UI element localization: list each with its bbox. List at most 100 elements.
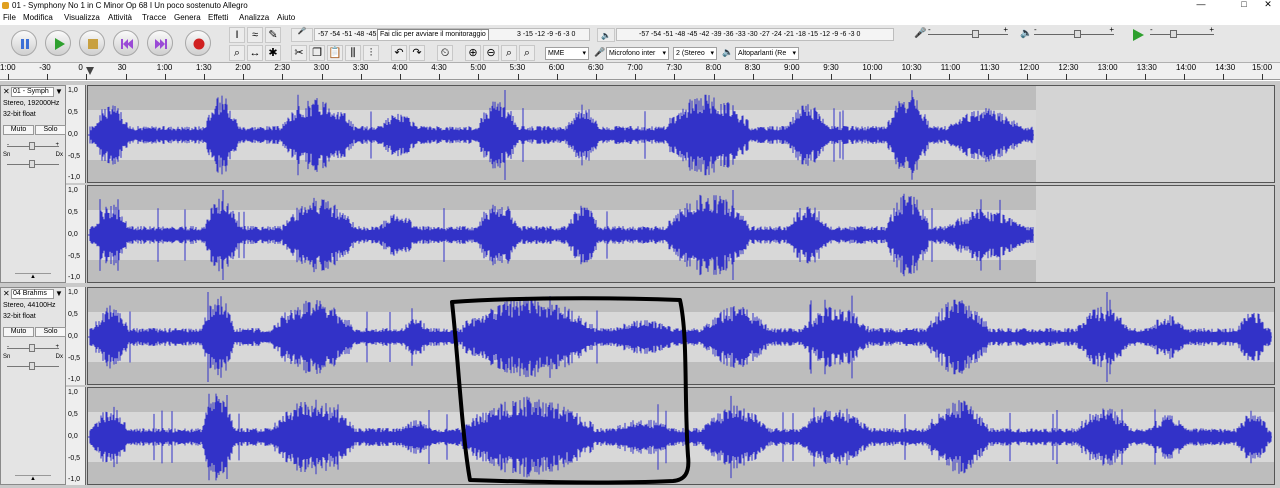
zoom-tool[interactable]: ⌕ [229, 45, 245, 61]
slider-thumb[interactable] [29, 362, 35, 370]
dropdown-arrow-icon[interactable]: ▼ [55, 290, 63, 298]
trim-button[interactable]: ⫼ [345, 45, 361, 61]
record-meter-button[interactable]: 🎤 [291, 28, 313, 42]
timeline-ruler[interactable]: 1:00 -30 0 30 1:00 1:30 2:00 2:30 3:00 3:30 4:00 4:… [0, 63, 1280, 80]
slider-minus-label: - [928, 25, 931, 34]
input-device-dropdown[interactable]: Microfono inter [606, 47, 669, 60]
channels-dropdown[interactable]: 2 (Stereo [673, 47, 717, 60]
record-button[interactable] [185, 30, 211, 56]
playback-volume-slider[interactable]: - + [1034, 25, 1114, 40]
copy-button[interactable]: ❐ [309, 45, 325, 61]
skip-to-end-button[interactable] [147, 30, 173, 56]
menu-analizza[interactable]: Analizza [239, 13, 269, 23]
waveform-left-channel[interactable] [87, 85, 1275, 183]
skip-to-start-button[interactable] [113, 30, 139, 56]
close-icon[interactable]: ✕ [3, 290, 10, 298]
pause-button[interactable] [11, 30, 37, 56]
vertical-ruler-right[interactable]: 1,0 0,5 0,0 -0,5 -1,0 [66, 387, 86, 485]
playback-meter-button[interactable]: 🔈 [597, 28, 615, 42]
pan-left-label: Sn [3, 152, 11, 158]
draw-tool[interactable]: ✎ [265, 27, 281, 43]
paste-button[interactable]: 📋 [327, 45, 343, 61]
pan-slider[interactable]: Sn Dx [3, 354, 63, 371]
slider-thumb[interactable] [29, 142, 35, 150]
sync-lock-button[interactable]: ⏲ [437, 45, 453, 61]
play-at-speed-button[interactable] [1130, 27, 1146, 43]
silence-button[interactable]: ⫶ [363, 45, 379, 61]
paste-icon: 📋 [328, 47, 342, 59]
playback-meter[interactable]: -57 -54 -51 -48 -45 -42 -39 -36 -33 -30 … [616, 28, 894, 41]
slider-thumb[interactable] [29, 160, 35, 168]
zoom-in-button[interactable]: ⊕ [465, 45, 481, 61]
cut-button[interactable]: ✂ [291, 45, 307, 61]
scale-label: -1,0 [68, 274, 81, 281]
vertical-ruler-right[interactable]: 1,0 0,5 0,0 -0,5 -1,0 [66, 185, 86, 283]
ruler-tick [1145, 74, 1146, 80]
undo-button[interactable]: ↶ [391, 45, 407, 61]
ruler-tick-label: 4:00 [392, 63, 408, 72]
slider-thumb[interactable] [1074, 30, 1081, 38]
ruler-tick-label: 8:30 [744, 63, 761, 72]
playback-speed-slider[interactable]: - + [1150, 25, 1214, 40]
vertical-ruler-left[interactable]: 1,0 0,5 0,0 -0,5 -1,0 [66, 287, 86, 385]
ruler-tick-label: 5:00 [470, 63, 486, 72]
redo-button[interactable]: ↷ [409, 45, 425, 61]
stop-button[interactable] [79, 30, 105, 56]
menu-attivita[interactable]: Attività [108, 13, 132, 23]
track-name-menu[interactable]: 01 - Symph [11, 87, 54, 97]
slider-thumb[interactable] [1170, 30, 1177, 38]
slider-minus-label: - [1150, 25, 1153, 34]
menu-aiuto[interactable]: Aiuto [277, 13, 295, 23]
track-name-menu[interactable]: 04 Brahms [11, 289, 54, 299]
recording-volume-slider[interactable]: - + [928, 25, 1008, 40]
output-device-dropdown[interactable]: Altoparlanti (Re [735, 47, 799, 60]
gain-slider[interactable]: - + [7, 141, 59, 151]
ruler-tick-label: 10:30 [901, 63, 922, 72]
solo-button[interactable]: Solo [35, 327, 66, 337]
double-arrow-icon: ↔ [249, 47, 261, 59]
ruler-tick [596, 74, 597, 80]
ruler-tick-label: 5:30 [509, 63, 526, 72]
collapse-track-button[interactable]: ▲ [15, 475, 51, 482]
menu-visualizza[interactable]: Visualizza [64, 13, 100, 23]
zoom-out-button[interactable]: ⊖ [483, 45, 499, 61]
mute-button[interactable]: Muto [3, 327, 34, 337]
gain-slider[interactable]: - + [7, 343, 59, 353]
menu-effetti[interactable]: Effetti [208, 13, 228, 23]
timeshift-tool[interactable]: ↔ [247, 45, 263, 61]
track-format-label: 32-bit float [3, 313, 36, 320]
minimize-button[interactable]: — [1186, 0, 1216, 11]
envelope-tool[interactable]: ≈ [247, 27, 263, 43]
fit-selection-button[interactable]: ⌕ [501, 45, 517, 61]
selection-tool[interactable]: I [229, 27, 245, 43]
slider-thumb[interactable] [29, 344, 35, 352]
multi-tool[interactable]: ✱ [265, 45, 281, 61]
vertical-ruler-left[interactable]: 1,0 0,5 0,0 -0,5 -1,0 [66, 85, 86, 183]
fit-project-button[interactable]: ⌕ [519, 45, 535, 61]
ruler-tick-label: -30 [39, 63, 51, 72]
solo-button[interactable]: Solo [35, 125, 66, 135]
menu-modifica[interactable]: Modifica [23, 13, 53, 23]
slider-minus-label: - [1034, 25, 1037, 34]
playhead-icon[interactable] [86, 67, 94, 75]
waveform-right-channel[interactable] [87, 185, 1275, 283]
record-meter[interactable]: -57 -54 -51 -48 -45 Fai clic per avviare… [314, 28, 590, 41]
ruler-tick [8, 74, 9, 80]
scale-label: 0,0 [68, 131, 78, 138]
menu-file[interactable]: File [3, 13, 16, 23]
scale-label: -1,0 [68, 476, 81, 483]
slider-thumb[interactable] [972, 30, 979, 38]
ruler-tick [1184, 74, 1185, 80]
play-button[interactable] [45, 30, 71, 56]
mute-button[interactable]: Muto [3, 125, 34, 135]
sync-lock-icon: ⏲ [440, 47, 450, 59]
audio-host-dropdown[interactable]: MME [545, 47, 589, 60]
close-button[interactable]: ✕ [1253, 0, 1280, 11]
pan-slider[interactable]: Sn Dx [3, 152, 63, 169]
menu-genera[interactable]: Genera [174, 13, 201, 23]
menu-tracce[interactable]: Tracce [142, 13, 166, 23]
close-icon[interactable]: ✕ [3, 88, 10, 96]
scale-label: -1,0 [68, 376, 81, 383]
collapse-track-button[interactable]: ▲ [15, 273, 51, 280]
dropdown-arrow-icon[interactable]: ▼ [55, 88, 63, 96]
